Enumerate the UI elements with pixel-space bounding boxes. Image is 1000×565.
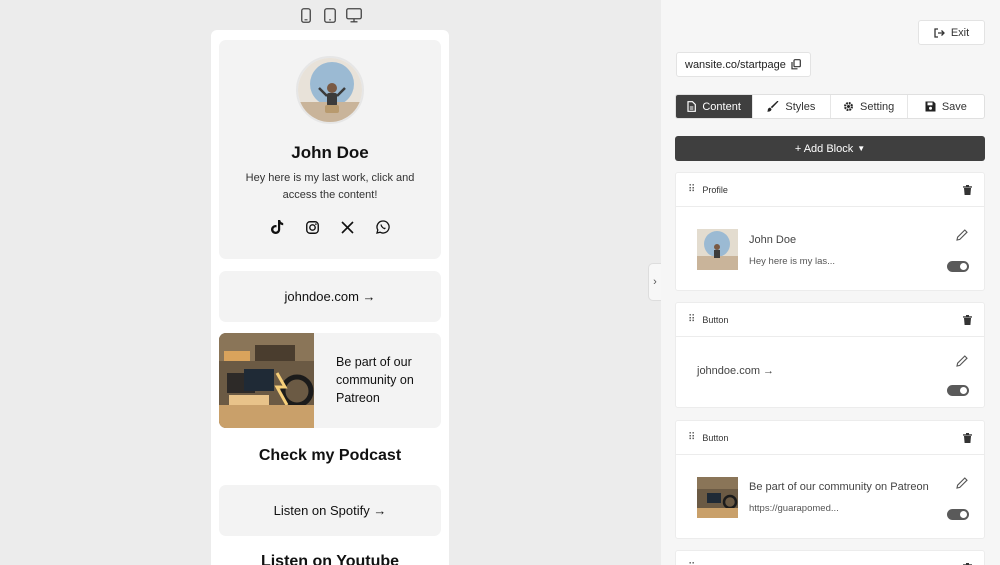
floppy-icon	[925, 101, 936, 112]
link-button-johndoe[interactable]: johndoe.com →	[219, 271, 441, 322]
block-button-patreon: ⠿ Button Be part of our community on Pat…	[675, 420, 985, 539]
exit-label: Exit	[950, 26, 970, 39]
whatsapp-icon[interactable]	[374, 218, 392, 236]
block-type: Profile	[702, 184, 728, 195]
patreon-thumbnail	[219, 333, 314, 428]
editor-panel: Exit wansite.co/startpage Content Styles…	[661, 0, 1000, 565]
exit-icon	[934, 27, 945, 38]
trash-icon[interactable]	[963, 432, 972, 443]
trash-icon[interactable]	[963, 314, 972, 325]
phone-preview: John Doe Hey here is my last work, click…	[211, 30, 449, 565]
visibility-toggle[interactable]	[947, 261, 969, 272]
block-title: Be part of our community on Patreon	[749, 481, 929, 493]
block-thumbnail	[697, 229, 738, 270]
patreon-text: Be part of our community on Patreon	[336, 355, 414, 405]
tab-styles[interactable]: Styles	[753, 95, 831, 118]
block-body: Be part of our community on Patreon http…	[676, 455, 984, 539]
visibility-toggle[interactable]	[947, 509, 969, 520]
tab-setting[interactable]: Setting	[831, 95, 908, 118]
tab-setting-label: Setting	[860, 100, 895, 113]
page-url-text: wansite.co/startpage	[685, 58, 786, 71]
block-header: ⠿ Button	[676, 421, 984, 455]
drag-handle-icon[interactable]: ⠿	[688, 432, 695, 443]
edit-pencil-icon[interactable]	[956, 355, 968, 367]
drag-handle-icon[interactable]: ⠿	[688, 314, 695, 325]
block-header: ⠿ Button	[676, 303, 984, 337]
block-body: johndoe.com →	[676, 337, 984, 408]
exit-button[interactable]: Exit	[918, 20, 985, 45]
block-header: ⠿	[676, 551, 984, 565]
block-button-johndoe: ⠿ Button johndoe.com →	[675, 302, 985, 408]
block-partial: ⠿	[675, 550, 985, 565]
edit-pencil-icon[interactable]	[956, 229, 968, 241]
block-type: Button	[702, 432, 729, 443]
device-switcher	[298, 7, 362, 24]
add-block-button[interactable]: + Add Block ▼	[675, 136, 985, 161]
desktop-icon[interactable]	[346, 7, 362, 24]
visibility-toggle[interactable]	[947, 385, 969, 396]
block-header: ⠿ Profile	[676, 173, 984, 207]
block-subtitle: https://guarapomed...	[749, 503, 839, 514]
profile-card: John Doe Hey here is my last work, click…	[219, 40, 441, 259]
caret-down-icon: ▼	[857, 144, 866, 153]
tab-styles-label: Styles	[785, 100, 816, 113]
block-profile: ⠿ Profile John Doe Hey here is my las...	[675, 172, 985, 291]
block-type: Button	[702, 314, 729, 325]
x-icon[interactable]	[339, 218, 357, 236]
block-thumbnail	[697, 477, 738, 518]
section-title-podcast: Check my Podcast	[258, 447, 402, 464]
collapse-panel-button[interactable]: ›	[648, 263, 661, 301]
mobile-icon[interactable]	[298, 7, 314, 24]
drag-handle-icon[interactable]: ⠿	[688, 184, 695, 195]
page-url[interactable]: wansite.co/startpage	[676, 52, 811, 77]
tab-content-label: Content	[702, 100, 741, 113]
preview-area: John Doe Hey here is my last work, click…	[0, 0, 661, 565]
block-subtitle: Hey here is my las...	[749, 256, 836, 267]
copy-icon[interactable]	[791, 59, 801, 70]
tab-content[interactable]: Content	[676, 95, 754, 118]
chevron-right-icon: ›	[653, 276, 657, 288]
instagram-icon[interactable]	[304, 218, 322, 236]
profile-bio: Hey here is my last work, click and acce…	[245, 172, 415, 201]
avatar	[296, 56, 364, 124]
block-title: johndoe.com →	[697, 365, 775, 377]
tab-save-label: Save	[941, 100, 967, 113]
document-icon	[687, 101, 697, 112]
trash-icon[interactable]	[963, 184, 972, 195]
link-button-patreon[interactable]: Be part of our community on Patreon	[219, 333, 441, 428]
add-block-label: + Add Block	[794, 142, 854, 155]
gear-icon	[843, 101, 854, 112]
tiktok-icon[interactable]	[269, 218, 287, 236]
tab-save[interactable]: Save	[908, 95, 984, 118]
edit-pencil-icon[interactable]	[956, 477, 968, 489]
section-title-youtube: Listen on Youtube	[260, 553, 400, 565]
block-body: John Doe Hey here is my las...	[676, 207, 984, 291]
link-button-spotify[interactable]: Listen on Spotify →	[219, 485, 441, 536]
tablet-icon[interactable]	[322, 7, 338, 24]
social-links	[219, 218, 441, 236]
editor-tabs: Content Styles Setting Save	[675, 94, 985, 119]
brush-icon	[767, 101, 779, 112]
profile-name: John Doe	[291, 143, 369, 162]
block-title: John Doe	[749, 234, 797, 246]
